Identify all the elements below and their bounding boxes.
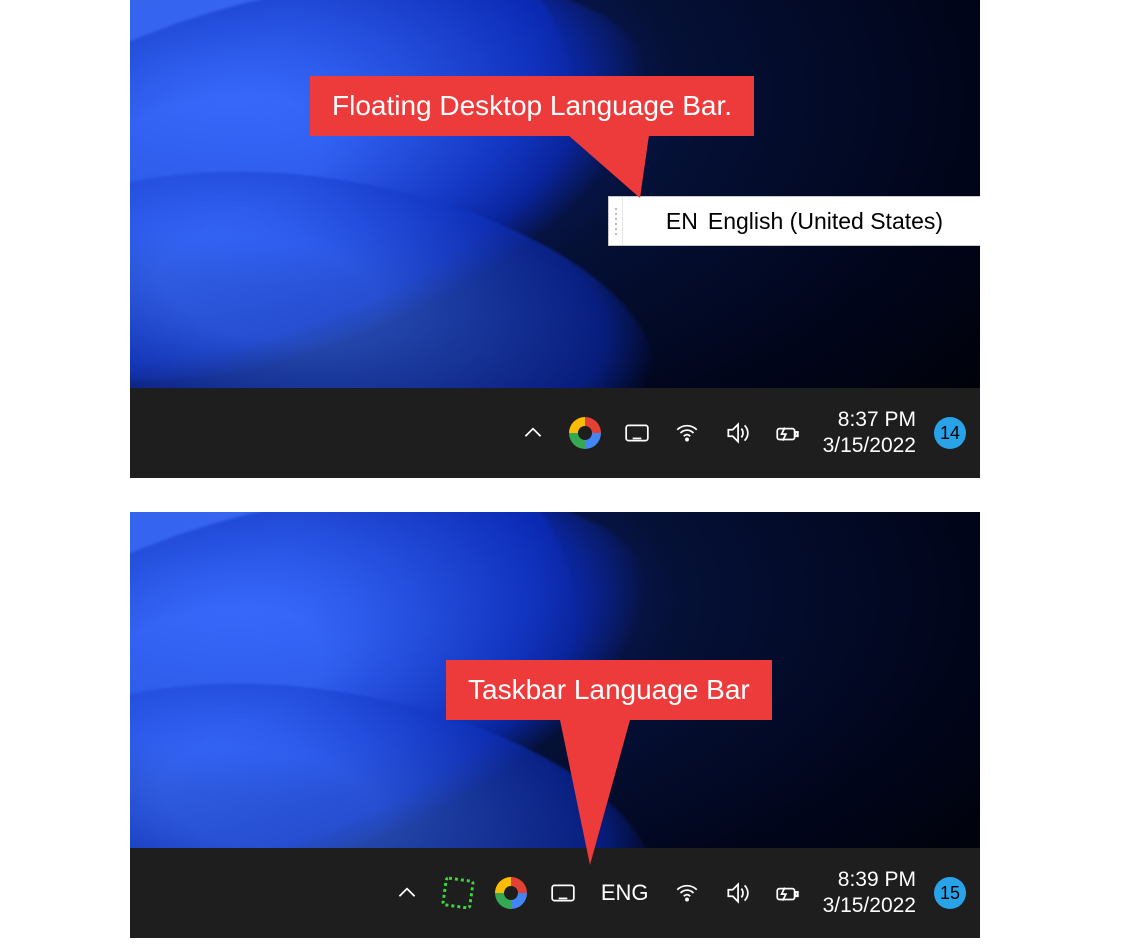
touch-keyboard-icon[interactable] [623,419,651,447]
app-icon[interactable] [441,876,475,910]
taskbar-date: 3/15/2022 [823,893,916,919]
annotation-callout: Floating Desktop Language Bar. [310,76,754,136]
annotation-text: Taskbar Language Bar [468,674,750,705]
app-icon[interactable] [495,877,527,909]
langbar-code: EN [666,208,698,235]
notification-badge[interactable]: 15 [934,877,966,909]
taskbar-time: 8:39 PM [823,867,916,893]
tray-overflow-icon[interactable] [519,419,547,447]
language-code: ENG [601,880,649,905]
battery-icon[interactable] [773,879,801,907]
system-tray [519,417,801,449]
annotation-pointer-icon [560,720,660,870]
taskbar-language-indicator[interactable]: ENG [599,880,651,906]
volume-icon[interactable] [723,879,751,907]
notification-badge[interactable]: 14 [934,417,966,449]
screenshot-floating-langbar: EN English (United States) [130,0,980,478]
taskbar-clock[interactable]: 8:39 PM 3/15/2022 [823,867,916,920]
wifi-icon[interactable] [673,419,701,447]
notification-count: 14 [940,423,960,444]
annotation-callout: Taskbar Language Bar [446,660,772,720]
taskbar-date: 3/15/2022 [823,433,916,459]
touch-keyboard-icon[interactable] [549,879,577,907]
app-icon[interactable] [569,417,601,449]
taskbar: 8:37 PM 3/15/2022 14 [130,388,980,478]
volume-icon[interactable] [723,419,751,447]
langbar-language-button[interactable]: EN English (United States) [623,208,980,235]
system-tray: ENG [393,877,801,909]
taskbar: ENG 8:39 PM 3/15/2022 15 [130,848,980,938]
langbar-name: English (United States) [708,208,943,235]
screenshot-taskbar-langbar: ENG 8:39 PM 3/15/2022 15 [130,512,980,938]
taskbar-clock[interactable]: 8:37 PM 3/15/2022 [823,407,916,460]
annotation-pointer-icon [560,128,690,208]
notification-count: 15 [940,883,960,904]
tray-overflow-icon[interactable] [393,879,421,907]
taskbar-time: 8:37 PM [823,407,916,433]
wifi-icon[interactable] [673,879,701,907]
battery-icon[interactable] [773,419,801,447]
annotation-text: Floating Desktop Language Bar. [332,90,732,121]
